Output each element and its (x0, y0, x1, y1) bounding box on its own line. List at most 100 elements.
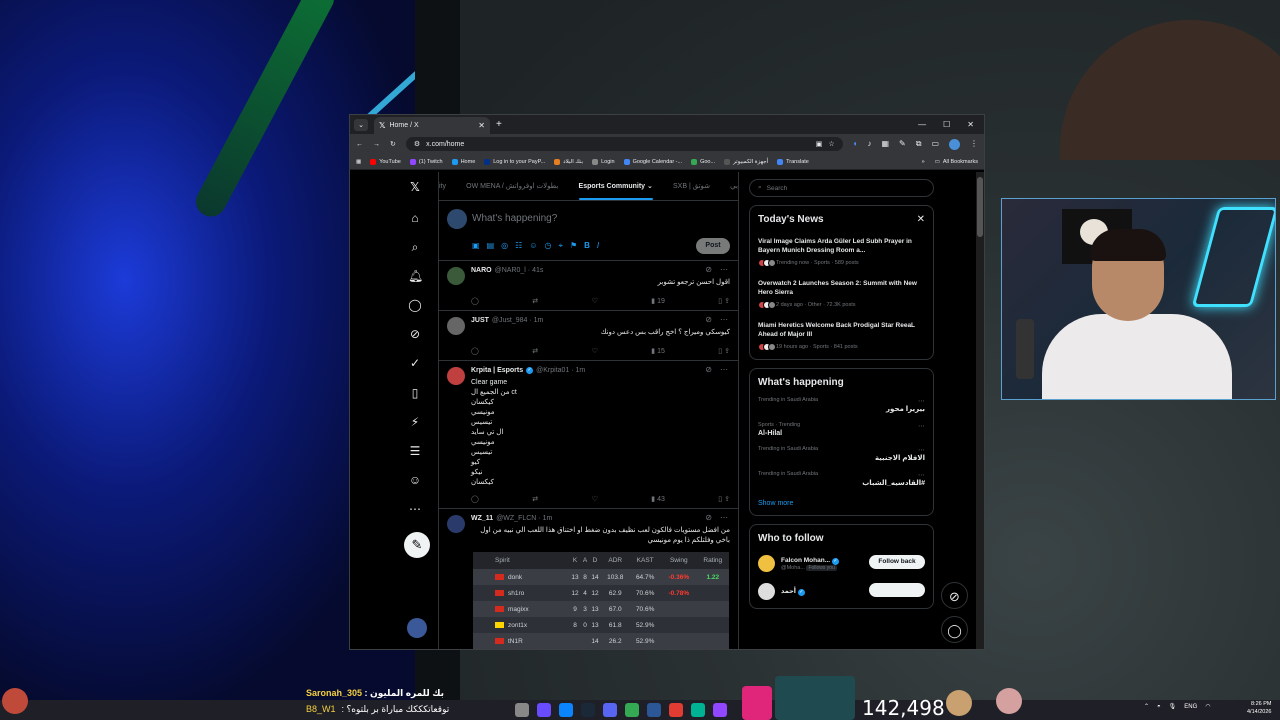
copilot-icon[interactable] (537, 703, 551, 717)
tweet[interactable]: JUST @Just_984 · 1m ⊘ ⋯ كيوسكي وميراج ؟ اخج … (439, 311, 738, 361)
app-icon[interactable] (713, 703, 727, 717)
messages-icon[interactable]: ◯ (408, 298, 422, 312)
all-bookmarks-button[interactable]: ▭ All Bookmarks (935, 159, 978, 165)
bookmark-item[interactable]: YouTube (370, 158, 401, 165)
retweet-icon[interactable]: ⇄ (532, 495, 538, 503)
retweet-icon[interactable]: ⇄ (532, 297, 538, 305)
bookmark-item[interactable]: Login (592, 158, 615, 165)
tab-esports-community[interactable]: Esports Community ⌄ (578, 182, 654, 200)
bookmark-star-icon[interactable]: ☆ (828, 140, 834, 148)
location-icon[interactable]: ⌖ (558, 241, 563, 251)
gif-icon[interactable]: ▤ (487, 241, 495, 251)
poll-icon[interactable]: ☷ (515, 241, 522, 251)
like-icon[interactable]: ♡ (592, 347, 598, 355)
tweet[interactable]: NARO @NAR0_l · 41s ⊘ ⋯ اقول احسن ترجعو تشوبر… (439, 261, 738, 311)
author-name[interactable]: NARO (471, 267, 492, 274)
extension-icon[interactable]: ✎ (899, 139, 906, 150)
more-icon[interactable]: ⋯ (408, 502, 422, 516)
tab-community[interactable]: OW MENA / بطولات اوفرواتش (466, 182, 558, 190)
bookmark-item[interactable]: Translate (777, 158, 809, 165)
extension-icon[interactable]: ◖ (853, 139, 858, 150)
trend-item[interactable]: Trending in Saudi Arabia الافلام الاجنبية… (758, 446, 925, 462)
bookmark-item[interactable]: أجهزة الكمبيوتر (724, 158, 768, 165)
bookmark-item[interactable]: Goo... (691, 158, 715, 165)
follow-suggestion[interactable]: أحمد ✓ (758, 583, 925, 600)
close-icon[interactable]: ✕ (917, 214, 925, 225)
language-indicator[interactable]: ENG (1184, 704, 1197, 710)
more-options-icon[interactable]: ⋯ (918, 397, 925, 405)
bookmark-item[interactable]: Home (451, 158, 475, 165)
mic-icon[interactable]: 🎙︎ (1169, 703, 1177, 710)
x-logo-icon[interactable]: 𝕏 (408, 180, 422, 194)
avatar[interactable] (447, 267, 465, 285)
tweet[interactable]: WZ_11 @WZ_FLCN · 1m ⊘ ⋯ من افضل مستويات فالك… (439, 509, 738, 649)
steam-icon[interactable] (581, 703, 595, 717)
retweet-icon[interactable]: ⇄ (532, 347, 538, 355)
maximize-button[interactable]: ☐ (943, 120, 950, 129)
author-name[interactable]: JUST (471, 317, 489, 324)
views-icon[interactable]: ▮ 19 (651, 297, 665, 305)
avatar[interactable] (447, 515, 465, 533)
share-icon[interactable]: ⇪ (724, 348, 730, 355)
more-options-icon[interactable]: ⋯ (720, 365, 728, 374)
site-info-icon[interactable]: ⚙ (414, 140, 420, 148)
bookmark-item[interactable]: (1) Twitch (409, 158, 443, 165)
follow-button[interactable] (869, 583, 925, 597)
close-tab-icon[interactable]: ✕ (478, 121, 485, 130)
trend-item[interactable]: Trending in Saudi Arabia #القادسيه_الشباب… (758, 471, 925, 487)
italic-icon[interactable]: I (597, 241, 599, 251)
more-options-icon[interactable]: ⋯ (918, 422, 925, 430)
grok-icon[interactable]: ⊘ (705, 265, 712, 274)
more-options-icon[interactable]: ⋯ (720, 513, 728, 522)
chrome-icon[interactable] (625, 703, 639, 717)
chevron-up-icon[interactable]: ⌃ (1144, 703, 1149, 710)
views-icon[interactable]: ▮ 15 (651, 347, 665, 355)
news-item[interactable]: Viral Image Claims Arda Güler Led Subh P… (758, 237, 925, 267)
bookmarks-icon[interactable]: ▯ (408, 386, 422, 400)
follow-back-button[interactable]: Follow back (869, 555, 925, 569)
omnibox[interactable]: ⚙ x.com/home ▣ ☆ (405, 137, 843, 151)
bookmark-item[interactable]: Google Calendar -... (623, 158, 682, 165)
sidepanel-icon[interactable]: ▭ (931, 139, 939, 150)
schedule-icon[interactable]: ◷ (544, 241, 551, 251)
grok-float-icon[interactable]: ⊘ (941, 582, 968, 609)
more-options-icon[interactable]: ⋯ (720, 265, 728, 274)
trend-item[interactable]: Trending in Saudi Arabia بيريرا محور ⋯ (758, 397, 925, 413)
app-icon[interactable] (647, 703, 661, 717)
page-scrollbar[interactable] (976, 172, 984, 649)
business-icon[interactable]: ⚡ (408, 415, 422, 429)
more-options-icon[interactable]: ⋯ (720, 315, 728, 324)
reply-icon[interactable]: ◯ (471, 347, 479, 355)
wifi-icon[interactable]: ◠ (1205, 703, 1210, 710)
author-name[interactable]: Krpita | Esports (471, 367, 523, 374)
account-avatar[interactable] (407, 618, 427, 638)
taskview-icon[interactable] (515, 703, 529, 717)
trend-item[interactable]: Sports · Trending Al-Hilal ⋯ (758, 422, 925, 437)
compose-post-button[interactable]: ✎ (404, 532, 430, 558)
avatar[interactable] (447, 367, 465, 385)
search-icon[interactable]: ⌕ (408, 240, 422, 254)
share-icon[interactable]: ⇪ (724, 298, 730, 305)
composer-input[interactable]: What's happening? (472, 213, 557, 224)
news-item[interactable]: Miami Heretics Welcome Back Prodigal Sta… (758, 321, 925, 351)
bookmarks-overflow-icon[interactable]: » (922, 159, 925, 165)
post-button[interactable]: Post (696, 238, 730, 254)
tab-community[interactable]: ity (439, 183, 446, 190)
app-icon[interactable] (691, 703, 705, 717)
like-icon[interactable]: ♡ (592, 495, 598, 503)
author-name[interactable]: WZ_11 (471, 515, 493, 522)
grok-icon[interactable]: ◎ (501, 241, 508, 251)
notifications-bell-icon[interactable]: 🔔︎ (408, 269, 423, 283)
tab-community[interactable]: بي (730, 182, 738, 190)
grok-icon[interactable]: ⊘ (705, 513, 712, 522)
new-tab-button[interactable]: + (496, 119, 502, 130)
like-icon[interactable]: ♡ (592, 297, 598, 305)
views-icon[interactable]: ▮ 43 (651, 495, 665, 503)
emoji-icon[interactable]: ☺ (529, 241, 537, 251)
lists-icon[interactable]: ☰ (408, 444, 422, 458)
show-more-link[interactable]: Show more (758, 500, 925, 507)
tab-search-button[interactable]: ⌄ (354, 118, 368, 131)
tab-home-x[interactable]: 𝕏 Home / X ✕ (374, 117, 490, 134)
messages-float-icon[interactable]: ◯ (941, 616, 968, 643)
bookmark-item[interactable]: Log in to your PayP... (484, 158, 545, 165)
